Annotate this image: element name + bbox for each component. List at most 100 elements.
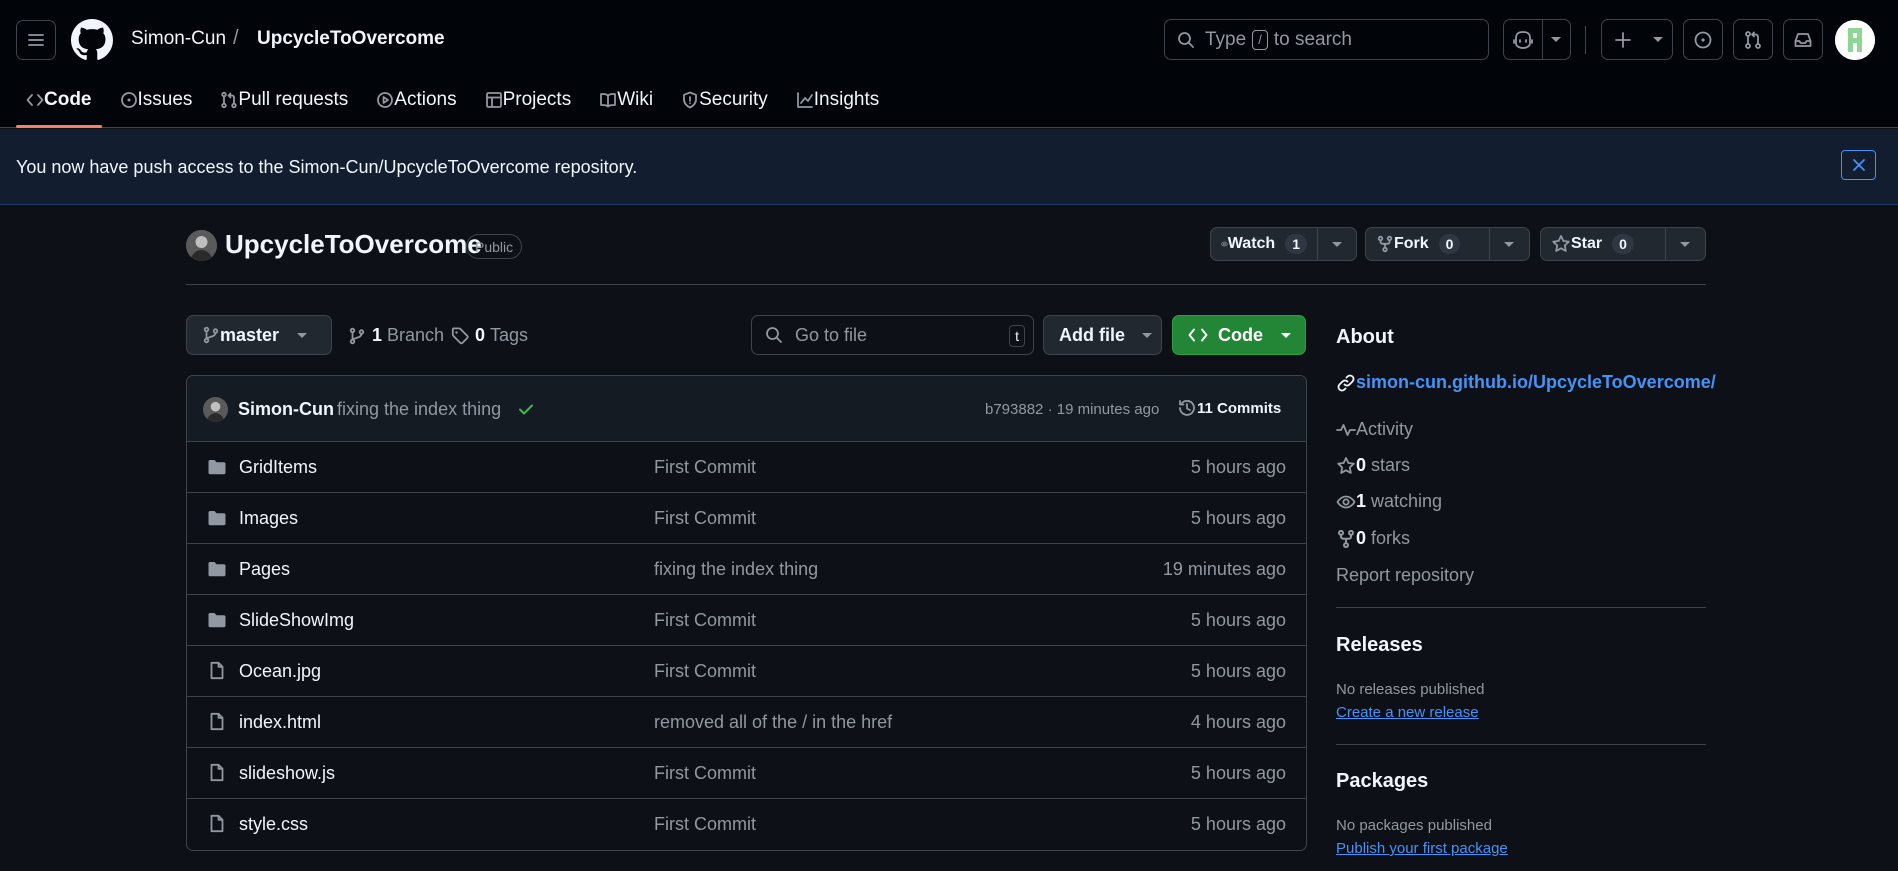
breadcrumb-owner[interactable]: Simon-Cun [131, 28, 226, 50]
visibility-badge: Public [466, 234, 523, 259]
user-avatar[interactable] [1835, 20, 1875, 60]
file-name[interactable]: style.css [239, 814, 308, 835]
star-icon [1552, 235, 1570, 252]
inbox-button[interactable] [1783, 19, 1823, 60]
global-search-input[interactable]: Type / to search [1164, 19, 1489, 60]
branches-link[interactable]: 1 Branch [348, 325, 444, 346]
go-to-file-placeholder: Go to file [795, 324, 868, 345]
code-button[interactable]: Code [1172, 315, 1306, 355]
homepage-link[interactable]: simon-cun.github.io/UpcycleToOvercome/ [1336, 372, 1716, 393]
file-commit-message[interactable]: First Commit [654, 610, 756, 631]
commit-message[interactable]: fixing the index thing [337, 399, 501, 420]
commits-link[interactable]: 11 Commits [1177, 398, 1281, 418]
inbox-icon [1794, 32, 1812, 47]
pull-requests-button[interactable] [1733, 19, 1773, 60]
tab-security[interactable]: Security [671, 82, 778, 118]
issues-button[interactable] [1683, 19, 1723, 60]
latest-commit-bar: Simon-Cun fixing the index thing b793882… [187, 376, 1306, 442]
file-name[interactable]: index.html [239, 712, 321, 733]
check-icon[interactable] [517, 400, 535, 418]
create-new-dropdown[interactable] [1644, 20, 1672, 59]
chevron-down-icon [1281, 332, 1291, 338]
watch-count: 1 [1285, 234, 1307, 254]
menu-button[interactable] [16, 20, 56, 60]
commit-author[interactable]: Simon-Cun [238, 399, 334, 420]
tags-link[interactable]: 0 Tags [451, 325, 528, 346]
copilot-dropdown-button[interactable] [1543, 20, 1570, 59]
tab-issues[interactable]: Issues [110, 82, 203, 118]
tab-label: Projects [502, 89, 572, 110]
stars-label: stars [1371, 455, 1411, 475]
star-button[interactable]: Star 0 [1540, 227, 1706, 261]
copilot-button[interactable] [1504, 20, 1543, 59]
commit-meta[interactable]: b793882 · 19 minutes ago [985, 401, 1159, 418]
stars-link[interactable]: 0 stars [1336, 455, 1410, 476]
table-row[interactable]: slideshow.js First Commit 5 hours ago [187, 748, 1306, 799]
file-table: Simon-Cun fixing the index thing b793882… [186, 375, 1307, 851]
table-row[interactable]: Pages fixing the index thing 19 minutes … [187, 544, 1306, 595]
fork-main[interactable]: Fork 0 [1366, 228, 1490, 260]
repo-title[interactable]: UpcycleToOvercome [225, 229, 482, 260]
tab-projects[interactable]: Projects [475, 82, 582, 118]
create-new-button-group [1601, 19, 1673, 60]
tab-insights[interactable]: Insights [786, 82, 889, 118]
star-dropdown[interactable] [1666, 228, 1705, 260]
chevron-down-icon [1680, 241, 1691, 247]
tab-code[interactable]: Code [16, 82, 102, 128]
go-to-file-input[interactable]: Go to file t [751, 315, 1034, 355]
chevron-down-icon [1551, 37, 1562, 42]
tab-pull-requests[interactable]: Pull requests [210, 82, 358, 118]
file-name[interactable]: slideshow.js [239, 763, 335, 784]
flash-close-button[interactable] [1841, 150, 1876, 180]
tab-actions[interactable]: Actions [366, 82, 466, 118]
tab-wiki[interactable]: Wiki [589, 82, 663, 118]
table-row[interactable]: style.css First Commit 5 hours ago [187, 799, 1306, 850]
releases-heading[interactable]: Releases [1336, 634, 1423, 657]
table-row[interactable]: index.html removed all of the / in the h… [187, 697, 1306, 748]
code-label: Code [1218, 324, 1263, 345]
file-age: 5 hours ago [1190, 457, 1286, 477]
file-name[interactable]: SlideShowImg [239, 610, 354, 631]
fork-dropdown[interactable] [1490, 228, 1529, 260]
file-name[interactable]: Images [239, 508, 298, 529]
create-release-link[interactable]: Create a new release [1336, 704, 1479, 721]
report-repository-link[interactable]: Report repository [1336, 565, 1474, 586]
commit-author-avatar[interactable] [203, 397, 228, 422]
star-main[interactable]: Star 0 [1541, 228, 1666, 260]
divider [186, 284, 1706, 285]
watch-main[interactable]: Watch 1 [1211, 228, 1318, 260]
file-commit-message[interactable]: First Commit [654, 661, 756, 682]
divider [1336, 744, 1706, 745]
file-commit-message[interactable]: First Commit [654, 508, 756, 529]
table-row[interactable]: GridItems First Commit 5 hours ago [187, 442, 1306, 493]
create-new-button[interactable] [1602, 20, 1644, 59]
breadcrumb-repo[interactable]: UpcycleToOvercome [257, 28, 445, 50]
watching-link[interactable]: 1 watching [1336, 491, 1442, 512]
add-file-button[interactable]: Add file [1043, 315, 1162, 355]
file-name[interactable]: Ocean.jpg [239, 661, 321, 682]
file-commit-message[interactable]: removed all of the / in the href [654, 712, 892, 733]
activity-link[interactable]: Activity [1336, 419, 1413, 440]
file-commit-message[interactable]: First Commit [654, 814, 756, 835]
packages-heading[interactable]: Packages [1336, 770, 1428, 793]
file-commit-message[interactable]: First Commit [654, 763, 756, 784]
table-row[interactable]: SlideShowImg First Commit 5 hours ago [187, 595, 1306, 646]
table-row[interactable]: Images First Commit 5 hours ago [187, 493, 1306, 544]
table-row[interactable]: Ocean.jpg First Commit 5 hours ago [187, 646, 1306, 697]
copilot-icon [1513, 30, 1533, 49]
publish-package-link[interactable]: Publish your first package [1336, 840, 1508, 857]
pull-request-icon [221, 91, 238, 109]
issue-icon [120, 92, 137, 108]
branch-selector[interactable]: master [186, 315, 332, 355]
forks-link[interactable]: 0 forks [1336, 528, 1410, 549]
github-logo-icon[interactable] [71, 19, 113, 61]
watch-button[interactable]: Watch 1 [1210, 227, 1357, 261]
file-commit-message[interactable]: First Commit [654, 457, 756, 478]
file-commit-message[interactable]: fixing the index thing [654, 559, 818, 580]
file-name[interactable]: Pages [239, 559, 290, 580]
fork-button[interactable]: Fork 0 [1365, 227, 1530, 261]
watch-dropdown[interactable] [1318, 228, 1356, 260]
file-name[interactable]: GridItems [239, 457, 317, 478]
repo-owner-avatar[interactable] [186, 230, 217, 261]
chevron-down-icon [1142, 332, 1152, 338]
